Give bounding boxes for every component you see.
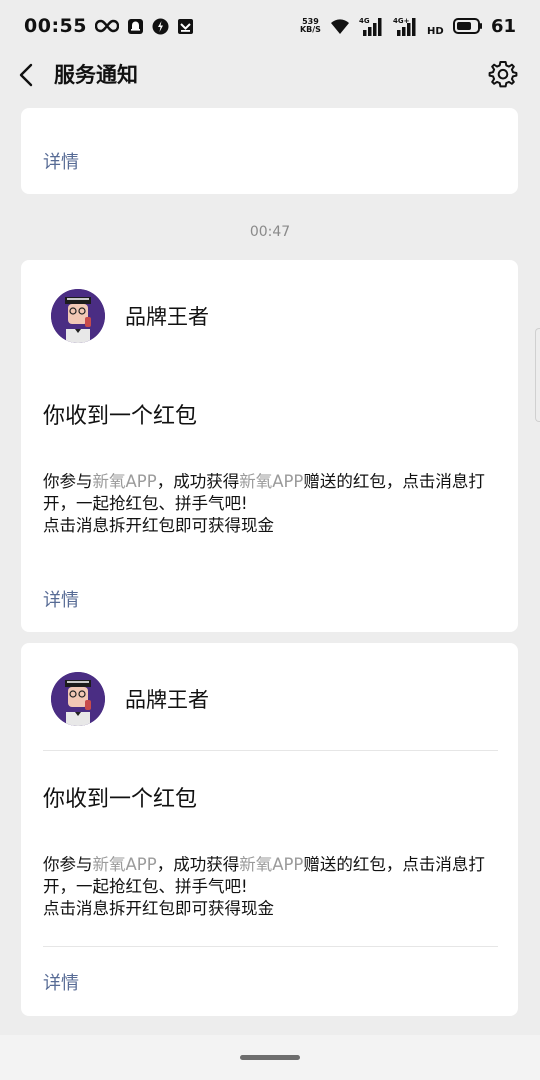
- nav-bar: 服务通知: [0, 52, 540, 98]
- gear-icon[interactable]: [488, 59, 518, 89]
- status-bar-left: 00:55: [24, 15, 194, 37]
- notification-card[interactable]: 品牌王者 你收到一个红包 你参与新氧APP，成功获得新氧APP赠送的红包，点击消…: [21, 260, 518, 632]
- status-bar-right: 539 KB/S 4G 4G+ HD 61: [300, 16, 516, 37]
- avatar[interactable]: [51, 672, 105, 726]
- hd-icon: HD: [427, 16, 445, 36]
- battery-level: 61: [490, 15, 516, 37]
- message-title: 你收到一个红包: [43, 787, 198, 812]
- signal-icon-2: 4G+: [393, 16, 419, 36]
- download-icon: [177, 18, 194, 35]
- divider: [43, 946, 498, 947]
- body-text: ，成功获得: [156, 855, 240, 874]
- message-body: 你参与新氧APP，成功获得新氧APP赠送的红包，点击消息打开，一起抢红包、拼手气…: [43, 854, 503, 920]
- notification-card-previous[interactable]: 详情: [21, 108, 518, 194]
- home-indicator[interactable]: [240, 1055, 300, 1060]
- page-title: 服务通知: [54, 63, 138, 87]
- avatar[interactable]: [51, 289, 105, 343]
- net-speed: 539 KB/S: [300, 18, 321, 34]
- app-name-text: 新氧APP: [239, 855, 304, 874]
- details-link[interactable]: 详情: [43, 148, 79, 174]
- app-icon: [152, 18, 169, 35]
- divider: [43, 750, 498, 751]
- signal1-label: 4G: [359, 17, 370, 25]
- sender-name: 品牌王者: [125, 688, 209, 712]
- scroll-indicator[interactable]: [535, 328, 540, 422]
- gesture-bar: [0, 1035, 540, 1080]
- notification-card[interactable]: 品牌王者 你收到一个红包 你参与新氧APP，成功获得新氧APP赠送的红包，点击消…: [21, 643, 518, 1016]
- message-title: 你收到一个红包: [43, 404, 198, 429]
- app-name-text: 新氧APP: [239, 472, 304, 491]
- screen: 00:55 539 KB/S 4G 4G+ HD 61 服务通知 详情 00:4…: [0, 0, 540, 1080]
- app-name-text: 新氧APP: [92, 855, 157, 874]
- message-body: 你参与新氧APP，成功获得新氧APP赠送的红包，点击消息打开，一起抢红包、拼手气…: [43, 471, 503, 537]
- body-text-line3: 点击消息拆开红包即可获得现金: [43, 516, 274, 535]
- hd-label: HD: [427, 26, 444, 36]
- signal-icon-1: 4G: [359, 16, 385, 36]
- status-bar: 00:55 539 KB/S 4G 4G+ HD 61: [0, 0, 540, 52]
- body-text: 你参与: [43, 472, 93, 491]
- sender-row[interactable]: 品牌王者: [51, 289, 209, 343]
- net-speed-unit: KB/S: [299, 25, 321, 34]
- infinity-icon: [94, 19, 119, 33]
- status-time: 00:55: [24, 15, 87, 37]
- sender-name: 品牌王者: [125, 305, 209, 329]
- notification-icon: [127, 18, 144, 35]
- wifi-icon: [329, 17, 351, 35]
- battery-icon: [452, 18, 483, 34]
- body-text-line3: 点击消息拆开红包即可获得现金: [43, 899, 274, 918]
- timestamp: 00:47: [249, 224, 291, 240]
- app-name-text: 新氧APP: [92, 472, 157, 491]
- sender-row[interactable]: 品牌王者: [51, 672, 209, 726]
- details-link[interactable]: 详情: [43, 586, 79, 612]
- body-text: 你参与: [43, 855, 93, 874]
- body-text: ，成功获得: [156, 472, 240, 491]
- details-link[interactable]: 详情: [43, 969, 79, 995]
- back-icon[interactable]: [14, 60, 42, 90]
